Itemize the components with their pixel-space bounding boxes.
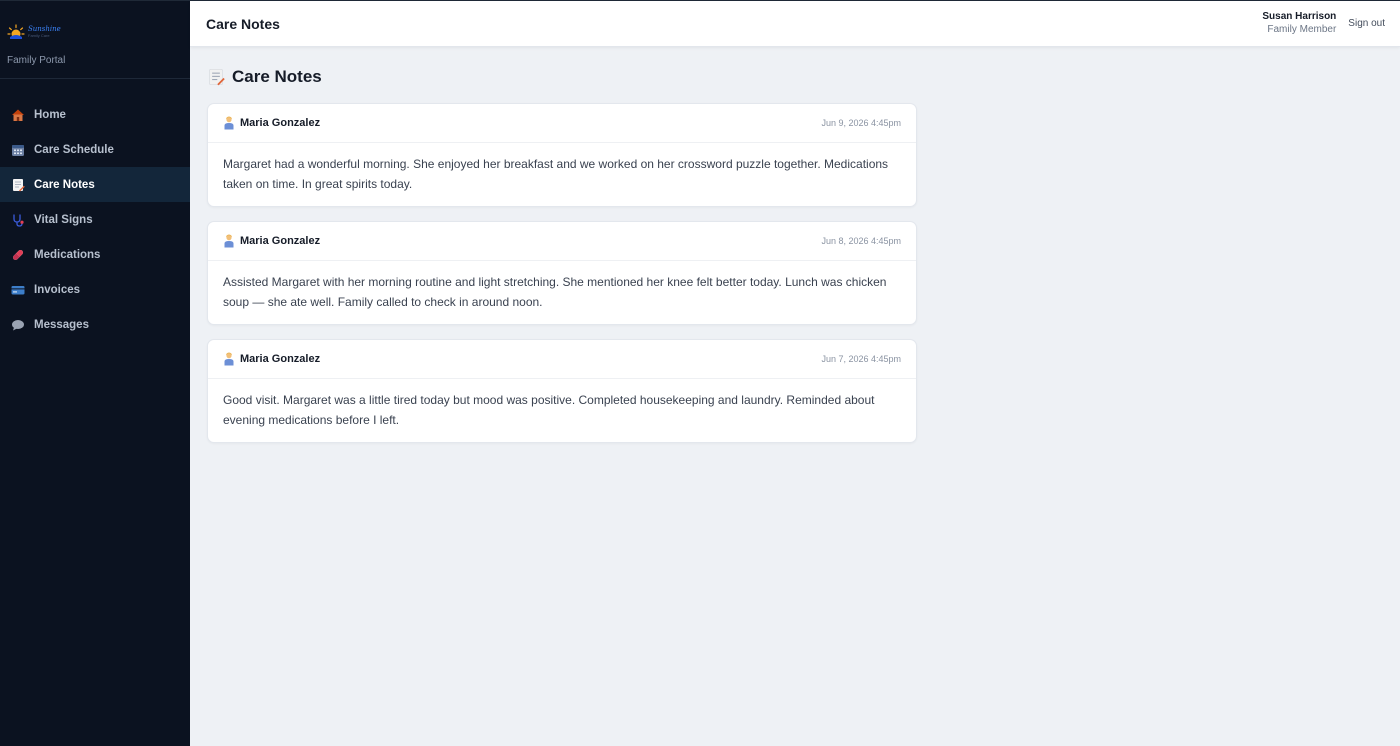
page-heading: Care Notes xyxy=(207,65,1383,89)
user-area: Susan Harrison Family Member Sign out xyxy=(1262,11,1385,36)
portal-label: Family Portal xyxy=(7,55,66,66)
sidebar: Sunshine Family Care Family Portal Home … xyxy=(0,1,190,746)
logo-name: Sunshine xyxy=(28,25,61,33)
note-body: Good visit. Margaret was a little tired … xyxy=(223,393,875,427)
sun-logo-icon xyxy=(7,24,25,39)
note-header: Maria Gonzalez Jun 8, 2026 4:45pm xyxy=(208,222,916,261)
note-body: Margaret had a wonderful morning. She en… xyxy=(223,157,889,191)
app-shell: Sunshine Family Care Family Portal Home … xyxy=(0,0,1400,746)
sidebar-item-home[interactable]: Home xyxy=(0,97,190,132)
sidebar-item-vital-signs[interactable]: Vital Signs xyxy=(0,202,190,237)
note-author: Maria Gonzalez xyxy=(223,352,320,366)
user-name: Susan Harrison xyxy=(1262,11,1337,22)
main-area: Care Notes Susan Harrison Family Member … xyxy=(190,1,1400,746)
sidebar-item-label: Messages xyxy=(34,318,89,331)
sidebar-item-label: Invoices xyxy=(34,283,81,296)
care-note-card: Maria Gonzalez Jun 9, 2026 4:45pm Margar… xyxy=(207,103,917,207)
speech-bubble-icon xyxy=(11,318,25,332)
note-header: Maria Gonzalez Jun 7, 2026 4:45pm xyxy=(208,340,916,379)
note-header: Maria Gonzalez Jun 9, 2026 4:45pm xyxy=(208,104,916,143)
sidebar-item-label: Home xyxy=(34,108,66,121)
pill-icon xyxy=(11,248,25,262)
care-note-card: Maria Gonzalez Jun 7, 2026 4:45pm Good v… xyxy=(207,339,917,443)
logo[interactable]: Sunshine Family Care xyxy=(7,23,190,41)
note-author: Maria Gonzalez xyxy=(223,234,320,248)
sidebar-item-care-notes[interactable]: Care Notes xyxy=(0,167,190,202)
memo-icon xyxy=(11,178,25,192)
note-timestamp: Jun 7, 2026 4:45pm xyxy=(821,354,901,364)
caregiver-icon xyxy=(223,116,235,130)
topbar: Care Notes Susan Harrison Family Member … xyxy=(190,1,1400,47)
sidebar-item-label: Vital Signs xyxy=(34,213,93,226)
sidebar-item-medications[interactable]: Medications xyxy=(0,237,190,272)
credit-card-icon xyxy=(11,283,25,297)
sign-out-link[interactable]: Sign out xyxy=(1348,18,1385,29)
note-author: Maria Gonzalez xyxy=(223,116,320,130)
user-role: Family Member xyxy=(1267,23,1337,35)
content: Care Notes Maria Gonzalez Jun 9, 2026 4:… xyxy=(190,47,1400,475)
sidebar-item-label: Care Schedule xyxy=(34,143,114,156)
calendar-icon xyxy=(11,143,25,157)
sidebar-item-care-schedule[interactable]: Care Schedule xyxy=(0,132,190,167)
house-icon xyxy=(11,108,25,122)
caregiver-icon xyxy=(223,234,235,248)
sidebar-item-label: Care Notes xyxy=(34,178,95,191)
author-name: Maria Gonzalez xyxy=(240,235,321,247)
stethoscope-icon xyxy=(11,213,25,227)
user-info: Susan Harrison Family Member xyxy=(1262,11,1336,36)
sidebar-nav: Home Care Schedule Care Notes Vital Sign… xyxy=(0,79,190,342)
brand: Sunshine Family Care Family Portal xyxy=(0,1,190,79)
topbar-title: Care Notes xyxy=(206,15,280,32)
note-timestamp: Jun 8, 2026 4:45pm xyxy=(821,236,901,246)
page-title: Care Notes xyxy=(232,67,322,86)
sidebar-item-messages[interactable]: Messages xyxy=(0,307,190,342)
sidebar-item-label: Medications xyxy=(34,248,101,261)
care-note-card: Maria Gonzalez Jun 8, 2026 4:45pm Assist… xyxy=(207,221,917,325)
logo-tagline: Family Care xyxy=(28,33,50,38)
note-body: Assisted Margaret with her morning routi… xyxy=(223,275,887,309)
memo-icon xyxy=(207,68,225,86)
author-name: Maria Gonzalez xyxy=(240,117,321,129)
author-name: Maria Gonzalez xyxy=(240,353,321,365)
sidebar-item-invoices[interactable]: Invoices xyxy=(0,272,190,307)
note-timestamp: Jun 9, 2026 4:45pm xyxy=(821,118,901,128)
caregiver-icon xyxy=(223,352,235,366)
